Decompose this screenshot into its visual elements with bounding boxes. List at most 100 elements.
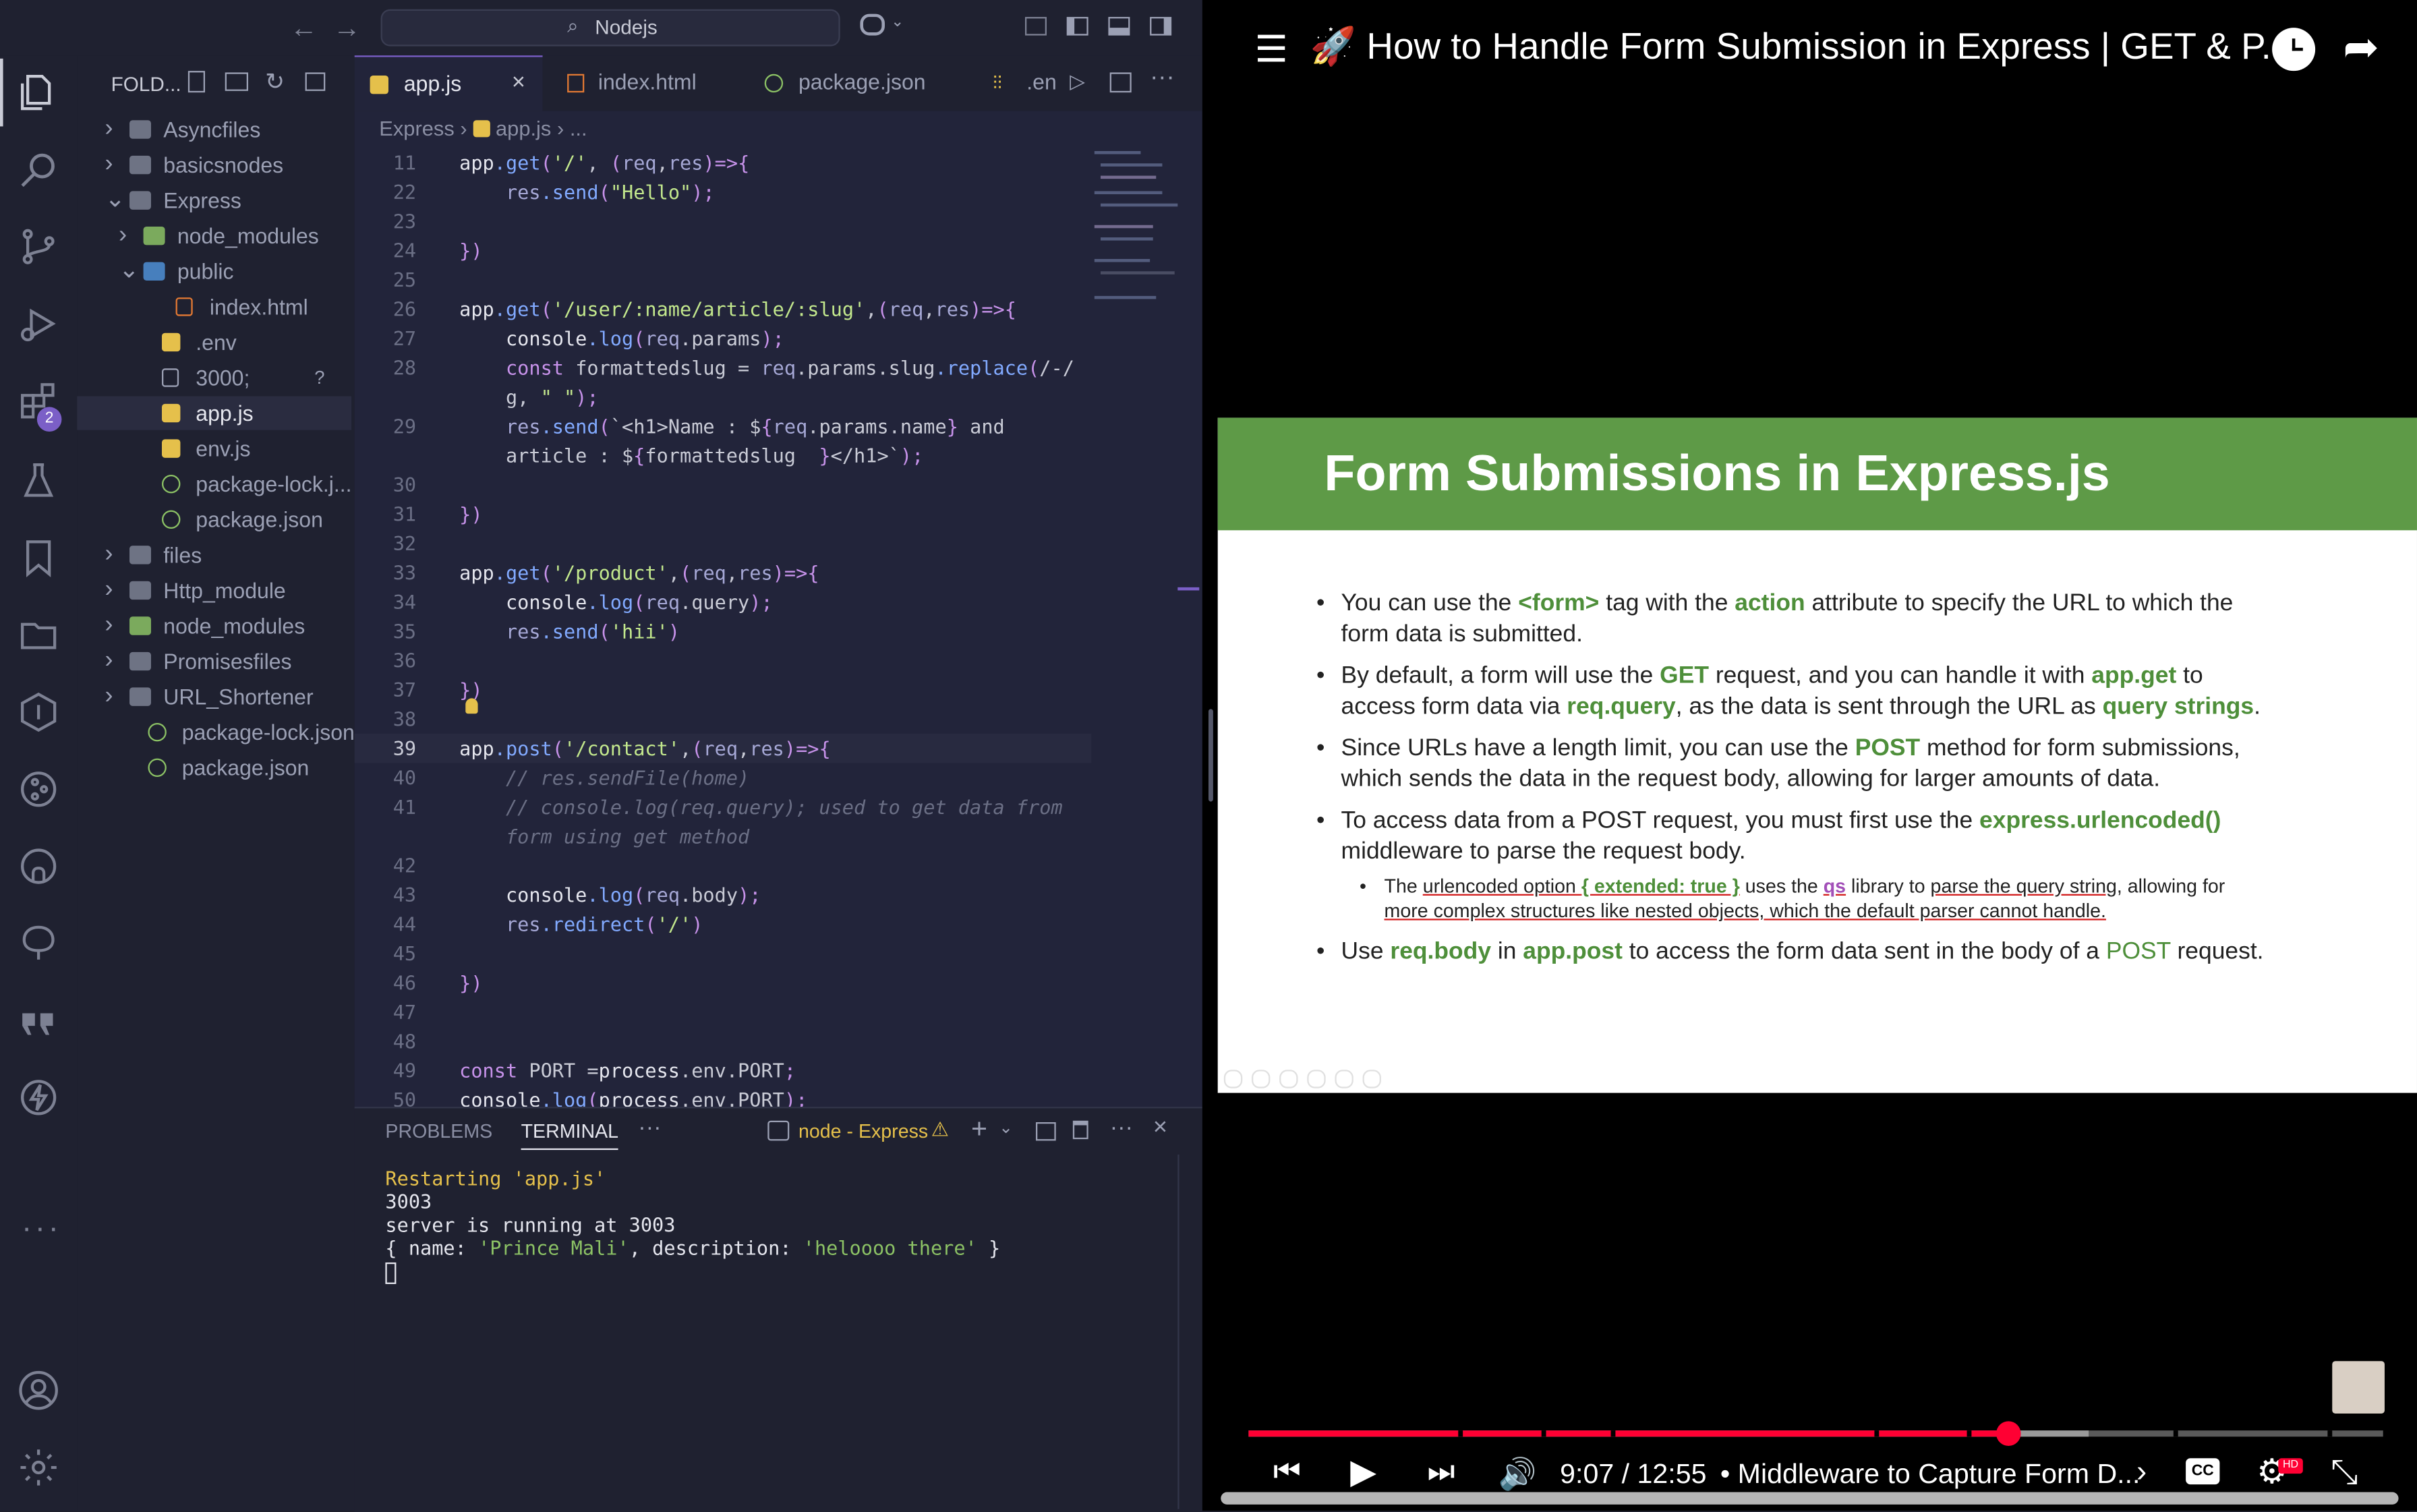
split-editor-icon[interactable] <box>1109 72 1132 93</box>
chevron-right-icon[interactable]: › <box>2136 1455 2147 1491</box>
tree-item[interactable]: › node_modules <box>77 609 351 643</box>
panel-actions-icon[interactable]: ··· <box>1110 1115 1133 1141</box>
folder-icon[interactable] <box>17 614 60 657</box>
tab-problems[interactable]: PROBLEMS <box>385 1121 492 1142</box>
video-title[interactable]: 🚀 How to Handle Form Submission in Expre… <box>1310 25 2292 69</box>
tab-app-js[interactable]: app.js × <box>354 55 543 111</box>
channel-watermark[interactable] <box>2332 1361 2385 1414</box>
share-icon[interactable]: ➦ <box>2343 22 2379 72</box>
refresh-icon[interactable]: ↻ <box>265 68 285 96</box>
toggle-secondary-sidebar-icon[interactable] <box>1150 17 1172 36</box>
back-arrow-icon[interactable]: ← <box>290 12 318 45</box>
chevron-down-icon[interactable]: ⌄ <box>999 1117 1013 1137</box>
trash-icon[interactable] <box>1072 1120 1088 1140</box>
remote-explorer-icon[interactable] <box>17 922 60 965</box>
tree-item[interactable]: env.js <box>77 432 351 465</box>
window-scrollbar[interactable] <box>1221 1492 2399 1505</box>
source-control-icon[interactable] <box>17 225 60 268</box>
new-file-icon[interactable] <box>187 71 205 93</box>
tree-item[interactable]: › files <box>77 538 351 572</box>
chevron-right-icon[interactable]: › <box>105 538 123 572</box>
panel-more-icon[interactable]: ··· <box>638 1115 661 1141</box>
git-graph-icon[interactable] <box>17 767 60 811</box>
progress-scrubber[interactable] <box>1996 1421 2021 1446</box>
window-divider[interactable] <box>1208 709 1213 802</box>
tree-item[interactable]: index.html <box>77 290 351 324</box>
tree-item[interactable]: › Http_module <box>77 573 351 607</box>
tree-item[interactable]: package-lock.j... <box>77 467 352 501</box>
search-icon[interactable] <box>17 148 60 191</box>
customize-layout-icon[interactable] <box>1024 17 1047 36</box>
chevron-down-icon[interactable]: ⌄ <box>105 183 125 217</box>
github-icon[interactable] <box>17 845 60 888</box>
more-icon[interactable]: ··· <box>22 1212 61 1248</box>
exit-fullscreen-icon[interactable]: ⤡ <box>2331 1452 2358 1492</box>
tree-item[interactable]: › node_modules <box>77 219 351 253</box>
run-debug-icon[interactable] <box>17 302 60 345</box>
progress-track[interactable] <box>1248 1421 2383 1446</box>
minimap[interactable] <box>1091 148 1184 317</box>
tree-item[interactable]: package.json <box>77 502 351 536</box>
close-icon[interactable]: × <box>512 69 525 96</box>
chevron-down-icon[interactable]: ⌄ <box>891 14 904 31</box>
tab-index-html[interactable]: index.html <box>546 55 736 111</box>
docker-hex-icon[interactable] <box>17 691 60 734</box>
tree-item[interactable]: .env <box>77 325 351 359</box>
copilot-icon[interactable] <box>860 13 885 36</box>
playlist-icon[interactable]: ☰ <box>1255 28 1288 72</box>
chevron-right-icon[interactable]: › <box>105 113 123 146</box>
toggle-sidebar-icon[interactable] <box>1066 17 1088 36</box>
chevron-right-icon[interactable]: › <box>105 644 123 678</box>
tree-item[interactable]: app.js <box>77 396 352 430</box>
run-icon[interactable]: ▷ <box>1070 69 1085 94</box>
account-icon[interactable] <box>17 1369 60 1412</box>
testing-flask-icon[interactable] <box>17 459 60 502</box>
breadcrumb-folder[interactable]: Express <box>379 117 454 140</box>
forward-arrow-icon[interactable]: → <box>333 12 361 45</box>
new-terminal-icon[interactable]: + <box>971 1113 987 1145</box>
tree-item[interactable]: package.json <box>77 751 351 784</box>
tree-item[interactable]: package-lock.json <box>77 716 355 749</box>
watch-later-icon[interactable] <box>2272 28 2316 71</box>
tree-item[interactable]: › URL_Shortener <box>77 680 351 714</box>
chevron-right-icon[interactable]: › <box>105 609 123 643</box>
tree-item[interactable]: 3000;? <box>77 361 351 395</box>
split-terminal-icon[interactable] <box>1035 1122 1056 1141</box>
more-actions-icon[interactable]: ··· <box>1150 65 1175 92</box>
volume-icon[interactable]: 🔊 <box>1498 1455 1537 1494</box>
chevron-right-icon[interactable]: › <box>119 219 137 253</box>
collapse-all-icon[interactable] <box>305 72 326 91</box>
tree-item[interactable]: › basicsnodes <box>77 148 351 181</box>
lightbulb-icon[interactable] <box>465 698 478 714</box>
new-folder-icon[interactable] <box>225 72 248 91</box>
captions-icon[interactable]: CC <box>2186 1458 2220 1485</box>
previous-icon[interactable]: ⏮ <box>1273 1455 1301 1491</box>
toggle-panel-icon[interactable] <box>1108 17 1130 36</box>
chevron-right-icon[interactable]: › <box>105 148 123 181</box>
chapter-title[interactable]: • Middleware to Capture Form D... <box>1720 1458 2141 1490</box>
lightning-icon[interactable] <box>17 1076 60 1119</box>
slide-toolbar[interactable] <box>1223 1070 1393 1088</box>
line-number: 45 <box>392 941 417 965</box>
terminal-name[interactable]: node - Express <box>798 1121 928 1142</box>
tab-env[interactable]: ⫶⫶ .en <box>983 55 1064 111</box>
bookmark-icon[interactable] <box>17 536 60 579</box>
tab-terminal[interactable]: TERMINAL <box>521 1121 619 1151</box>
quote-icon[interactable] <box>17 999 60 1042</box>
tree-item[interactable]: › Asyncfiles <box>77 113 351 146</box>
explorer-icon[interactable] <box>17 71 60 114</box>
chevron-right-icon[interactable]: › <box>105 573 123 607</box>
tree-item[interactable]: › Promisesfiles <box>77 644 351 678</box>
next-icon[interactable]: ⏭ <box>1428 1455 1455 1491</box>
breadcrumb-file[interactable]: app.js <box>496 117 551 140</box>
tree-item[interactable]: ⌄ Express <box>77 183 351 217</box>
play-icon[interactable]: ▶ <box>1350 1452 1376 1492</box>
command-center-search[interactable]: ⌕ Nodejs <box>380 9 840 47</box>
gear-icon[interactable] <box>17 1446 60 1489</box>
tree-item[interactable]: ⌄ public <box>77 254 351 288</box>
tab-package-json[interactable]: package.json <box>743 55 959 111</box>
code-editor[interactable]: 11 app.get('/', (req,res)=>{22 res.send("… <box>354 148 1092 1111</box>
close-panel-icon[interactable]: × <box>1153 1115 1167 1142</box>
chevron-down-icon[interactable]: ⌄ <box>119 254 140 288</box>
chevron-right-icon[interactable]: › <box>105 680 123 714</box>
